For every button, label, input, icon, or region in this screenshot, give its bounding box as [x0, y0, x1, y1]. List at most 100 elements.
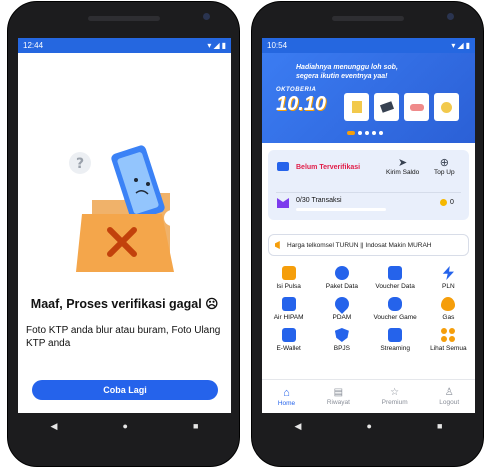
top-up-button[interactable]: ⊕ Top Up: [434, 156, 455, 176]
top-up-label: Top Up: [434, 169, 455, 176]
carousel-dot[interactable]: [358, 131, 362, 135]
shield-icon: [334, 328, 349, 342]
phone-icon: [281, 266, 296, 280]
home-circle-icon[interactable]: ●: [123, 421, 128, 431]
receipt-icon: ▤: [333, 387, 344, 398]
screen-home: 10:54 ▾ ◢ ▮ Hadiahnya menunggu loh sob, …: [262, 38, 475, 413]
product-card: [344, 93, 369, 121]
menu-item-paket-data[interactable]: Paket Data: [315, 266, 368, 290]
menu-label: Paket Data: [325, 283, 358, 290]
coin-balance: 0: [440, 199, 454, 206]
ticket-icon: [388, 266, 403, 280]
transaction-count: 0/30 Transaksi: [296, 197, 342, 204]
megaphone-icon: [275, 241, 280, 249]
product-card: [374, 93, 399, 121]
recents-icon[interactable]: ■: [437, 421, 442, 431]
signal-icon: ◢: [457, 41, 464, 50]
send-icon: ➤: [398, 157, 408, 169]
wifi-icon: ▾: [207, 41, 212, 50]
menu-item-isi-pulsa[interactable]: Isi Pulsa: [262, 266, 315, 290]
menu-item-streaming[interactable]: Streaming: [369, 328, 422, 352]
phone-right: 10:54 ▾ ◢ ▮ Hadiahnya menunggu loh sob, …: [251, 1, 484, 467]
back-icon[interactable]: ◀: [51, 421, 58, 432]
menu-item-gas[interactable]: Gas: [422, 297, 475, 321]
menu-label: Lihat Semua: [430, 345, 467, 352]
menu-label: PDAM: [332, 314, 352, 321]
sad-face-icon: ☹: [205, 297, 219, 311]
star-icon: ☆: [390, 387, 400, 398]
screen-verification-failed: 12:44 ▾ ◢ ▮ ? Maaf, Proses verifikasi ga…: [18, 38, 231, 413]
nav-logout[interactable]: ♙ Logout: [439, 387, 459, 406]
gamepad-icon: [388, 297, 403, 311]
divider: [276, 192, 461, 193]
back-icon[interactable]: ◀: [295, 421, 302, 432]
send-balance-button[interactable]: ➤ Kirim Saldo: [386, 156, 419, 176]
lightning-icon: [442, 266, 454, 280]
banner-headline: Hadiahnya menunggu loh sob, segera ikuti…: [296, 63, 466, 81]
menu-item-pln[interactable]: PLN: [422, 266, 475, 290]
nav-label: Riwayat: [326, 399, 350, 406]
menu-label: Isi Pulsa: [276, 283, 301, 290]
carousel-dot[interactable]: [365, 131, 369, 135]
nav-riwayat[interactable]: ▤ Riwayat: [327, 387, 350, 406]
menu-label: Air HIPAM: [273, 314, 304, 321]
plus-circle-icon: ⊕: [439, 157, 449, 169]
menu-item-voucher-data[interactable]: Voucher Data: [369, 266, 422, 290]
product-card: [404, 93, 429, 121]
dots-grid-icon: [441, 328, 456, 342]
carousel-dot-active[interactable]: [347, 131, 355, 135]
status-icons: ▾ ◢ ▮: [451, 41, 470, 50]
menu-label: Voucher Game: [373, 314, 417, 321]
banner-line-2: segera ikutin eventnya yaa!: [296, 73, 388, 80]
water-drop-icon: [331, 294, 352, 314]
menu-item-lihat-semua[interactable]: Lihat Semua: [422, 328, 475, 352]
svg-text:?: ?: [76, 156, 84, 172]
event-date: 10.10: [276, 93, 327, 115]
status-bar: 12:44 ▾ ◢ ▮: [18, 38, 231, 53]
wallet-icon: [281, 328, 296, 342]
transaction-progress: [296, 208, 386, 211]
promo-banner[interactable]: Hadiahnya menunggu loh sob, segera ikuti…: [262, 53, 475, 143]
status-time: 12:44: [23, 41, 44, 50]
menu-item-pdam[interactable]: PDAM: [315, 294, 368, 321]
tv-icon: [388, 328, 403, 342]
menu-item-e-wallet[interactable]: E-Wallet: [262, 328, 315, 352]
failure-message: Foto KTP anda blur atau buram, Foto Ulan…: [26, 325, 221, 349]
menu-label: PLN: [442, 283, 455, 290]
retry-button[interactable]: Coba Lagi: [32, 380, 218, 400]
signal-icon: ◢: [213, 41, 220, 50]
folder-failed-illustration: ?: [69, 145, 180, 272]
menu-item-air-hipam[interactable]: Air HIPAM: [262, 297, 315, 321]
coin-value: 0: [450, 199, 454, 206]
camera: [203, 13, 210, 20]
promo-text: Harga telkomsel TURUN || Indosat Makin M…: [287, 241, 432, 249]
menu-label: Streaming: [380, 345, 410, 352]
failure-title-text: Maaf, Proses verifikasi gagal: [30, 297, 202, 311]
failure-heading: Maaf, Proses verifikasi gagal ☹: [18, 296, 231, 311]
verification-status[interactable]: Belum Terverifikasi: [296, 164, 360, 171]
banner-line-1: Hadiahnya menunggu loh sob,: [296, 64, 398, 71]
nav-label: Home: [277, 399, 296, 407]
nav-premium[interactable]: ☆ Premium: [382, 387, 408, 406]
status-bar: 10:54 ▾ ◢ ▮: [262, 38, 475, 53]
battery-icon: ▮: [465, 41, 470, 50]
menu-item-voucher-game[interactable]: Voucher Game: [369, 297, 422, 321]
carousel-dot[interactable]: [379, 131, 383, 135]
globe-icon: [334, 266, 349, 280]
recents-icon[interactable]: ■: [193, 421, 198, 431]
speaker: [88, 16, 160, 21]
flame-icon: [441, 297, 456, 311]
carousel-dot[interactable]: [372, 131, 376, 135]
home-circle-icon[interactable]: ●: [367, 421, 372, 431]
phone-left: 12:44 ▾ ◢ ▮ ? Maaf, Proses verifikasi ga…: [7, 1, 240, 467]
card-icon: [277, 162, 289, 171]
faucet-icon: [281, 297, 296, 311]
banner-products: [344, 93, 459, 121]
camera: [447, 13, 454, 20]
promo-ticker[interactable]: Harga telkomsel TURUN || Indosat Makin M…: [268, 234, 469, 256]
menu-item-bpjs[interactable]: BPJS: [315, 328, 368, 352]
account-card: Belum Terverifikasi ➤ Kirim Saldo ⊕ Top …: [268, 150, 469, 220]
home-icon: ⌂: [283, 386, 290, 399]
crown-icon: [277, 198, 289, 208]
nav-home[interactable]: ⌂ Home: [278, 387, 295, 407]
